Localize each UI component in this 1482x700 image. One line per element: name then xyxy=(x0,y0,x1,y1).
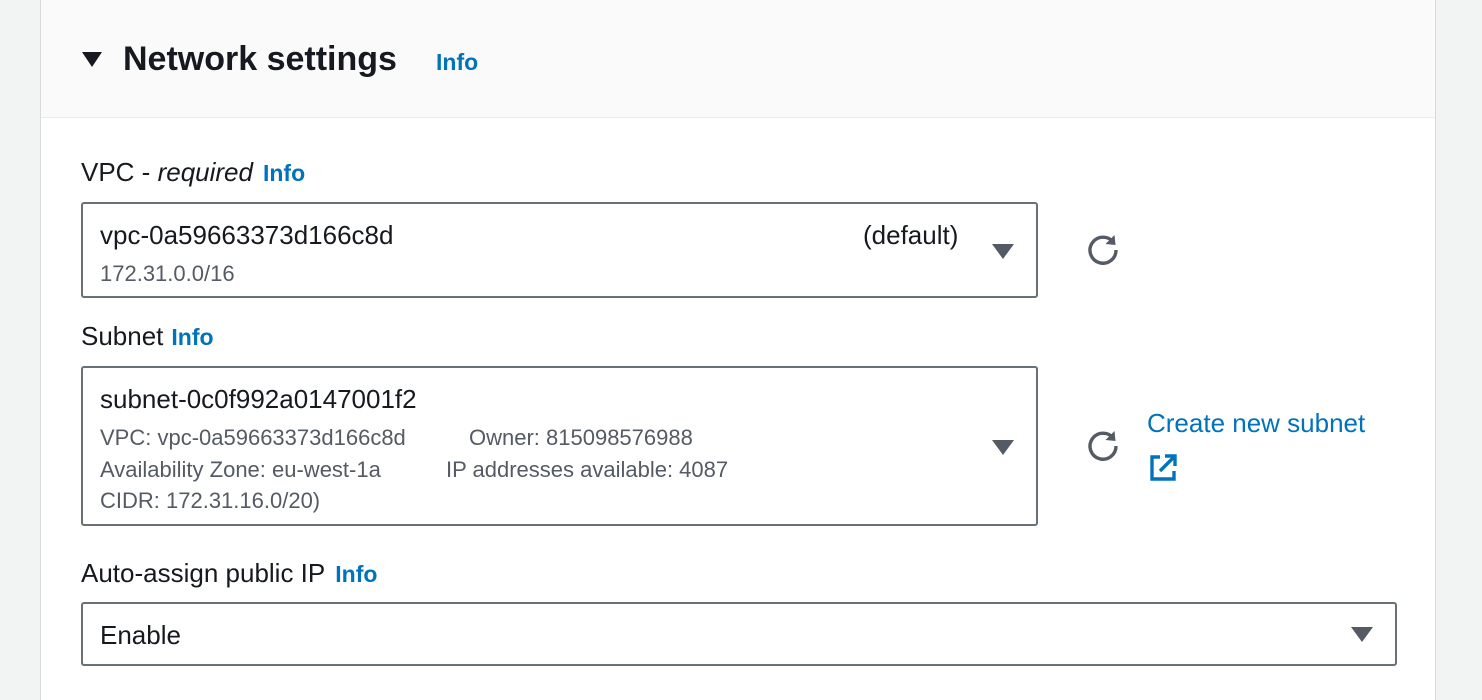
subnet-cidr-line: CIDR: 172.31.16.0/20) xyxy=(100,488,321,513)
subnet-selected-id: subnet-0c0f992a0147001f2 xyxy=(100,384,417,414)
subnet-select[interactable]: subnet-0c0f992a0147001f2 VPC: vpc-0a5966… xyxy=(81,366,1038,526)
vpc-default-tag: (default) xyxy=(863,220,959,250)
vpc-info-link[interactable]: Info xyxy=(263,160,305,186)
public-ip-label-row: Auto-assign public IP Info xyxy=(81,557,377,590)
subnet-label-row: Subnet Info xyxy=(81,320,214,353)
vpc-label-row: VPC - required Info xyxy=(81,156,305,189)
public-ip-value: Enable xyxy=(100,620,181,650)
caret-down-icon xyxy=(992,440,1014,455)
network-settings-panel: Network settings Info VPC - required Info… xyxy=(40,0,1436,700)
vpc-select[interactable]: vpc-0a59663373d166c8d (default) 172.31.0… xyxy=(81,202,1038,298)
section-header[interactable]: Network settings Info xyxy=(41,0,1435,118)
required-label: required xyxy=(157,157,253,187)
public-ip-select[interactable]: Enable xyxy=(81,602,1397,666)
caret-down-icon xyxy=(992,244,1014,259)
caret-down-icon[interactable] xyxy=(82,52,102,67)
public-ip-label: Auto-assign public IP xyxy=(81,558,326,588)
public-ip-info-link[interactable]: Info xyxy=(335,561,377,587)
refresh-icon[interactable] xyxy=(1083,230,1123,270)
vpc-selected-id: vpc-0a59663373d166c8d xyxy=(100,220,394,250)
create-new-subnet-link[interactable]: Create new subnet xyxy=(1147,406,1365,440)
subnet-owner-line: Owner: 815098576988 xyxy=(469,425,693,450)
vpc-cidr: 172.31.0.0/16 xyxy=(100,261,235,286)
caret-down-icon xyxy=(1351,627,1373,642)
external-link-icon[interactable] xyxy=(1147,452,1179,484)
section-info-link[interactable]: Info xyxy=(436,48,478,76)
subnet-label: Subnet xyxy=(81,321,164,351)
subnet-info-link[interactable]: Info xyxy=(171,324,213,350)
subnet-ips-line: IP addresses available: 4087 xyxy=(446,457,729,482)
subnet-az-line: Availability Zone: eu-west-1a xyxy=(100,457,381,482)
refresh-icon[interactable] xyxy=(1083,426,1123,466)
subnet-vpc-line: VPC: vpc-0a59663373d166c8d xyxy=(100,425,406,450)
section-title: Network settings xyxy=(123,40,397,78)
vpc-label: VPC - required xyxy=(81,157,253,187)
